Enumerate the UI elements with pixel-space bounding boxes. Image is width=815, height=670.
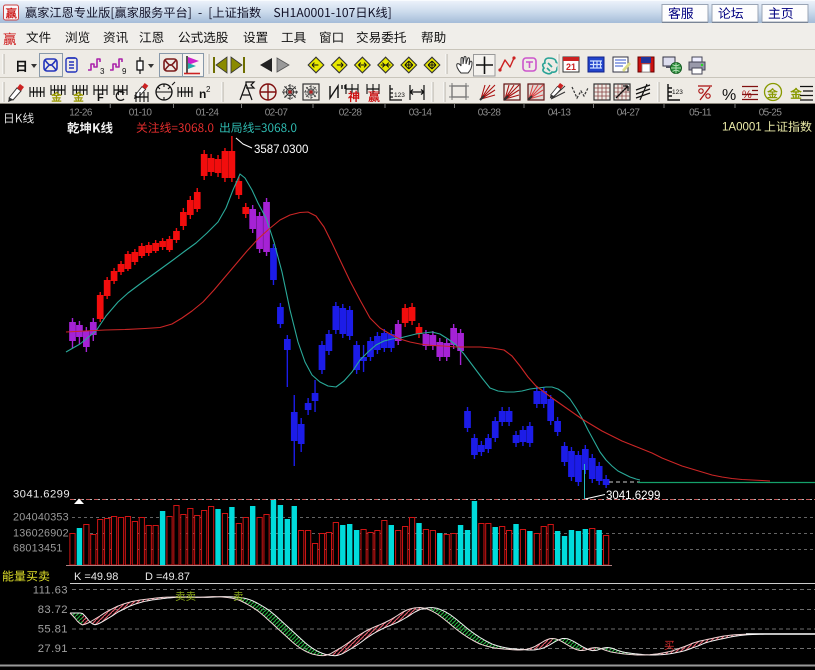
svg-text:02-07: 02-07 <box>265 108 289 119</box>
svg-text:111.63: 111.63 <box>33 585 68 597</box>
svg-text:204040353: 204040353 <box>13 512 69 524</box>
svg-text:D =49.87: D =49.87 <box>145 571 190 583</box>
svg-text:123: 123 <box>672 89 683 96</box>
svg-text:136026902: 136026902 <box>13 528 69 540</box>
svg-text:01-24: 01-24 <box>196 108 220 119</box>
svg-text:21: 21 <box>566 62 576 72</box>
svg-text:55.81: 55.81 <box>38 624 68 636</box>
svg-text:F: F <box>97 92 104 104</box>
svg-text:68013451: 68013451 <box>13 543 63 555</box>
svg-text:3587.0300: 3587.0300 <box>254 144 308 156</box>
svg-text:04-13: 04-13 <box>548 108 572 119</box>
svg-text:05-25: 05-25 <box>759 108 783 119</box>
svg-text:K =49.98: K =49.98 <box>74 571 118 583</box>
svg-text:3041.6299: 3041.6299 <box>606 490 660 502</box>
svg-text:27.91: 27.91 <box>38 643 68 655</box>
svg-text:9: 9 <box>122 67 127 76</box>
svg-text:123: 123 <box>394 92 405 99</box>
svg-text:01-10: 01-10 <box>129 108 153 119</box>
svg-text:02-28: 02-28 <box>339 108 363 119</box>
svg-text:2: 2 <box>206 85 211 94</box>
svg-text:3: 3 <box>100 67 105 76</box>
svg-text:04-27: 04-27 <box>617 108 641 119</box>
svg-text:05-11: 05-11 <box>689 108 712 119</box>
svg-text:03-28: 03-28 <box>478 108 502 119</box>
svg-text:%: % <box>722 87 736 104</box>
svg-text:1A0001: 1A0001 <box>722 122 762 134</box>
svg-text:03-14: 03-14 <box>409 108 433 119</box>
svg-text:83.72: 83.72 <box>38 604 68 616</box>
svg-text:12-26: 12-26 <box>69 108 93 119</box>
svg-text:3041.6299: 3041.6299 <box>13 489 70 501</box>
